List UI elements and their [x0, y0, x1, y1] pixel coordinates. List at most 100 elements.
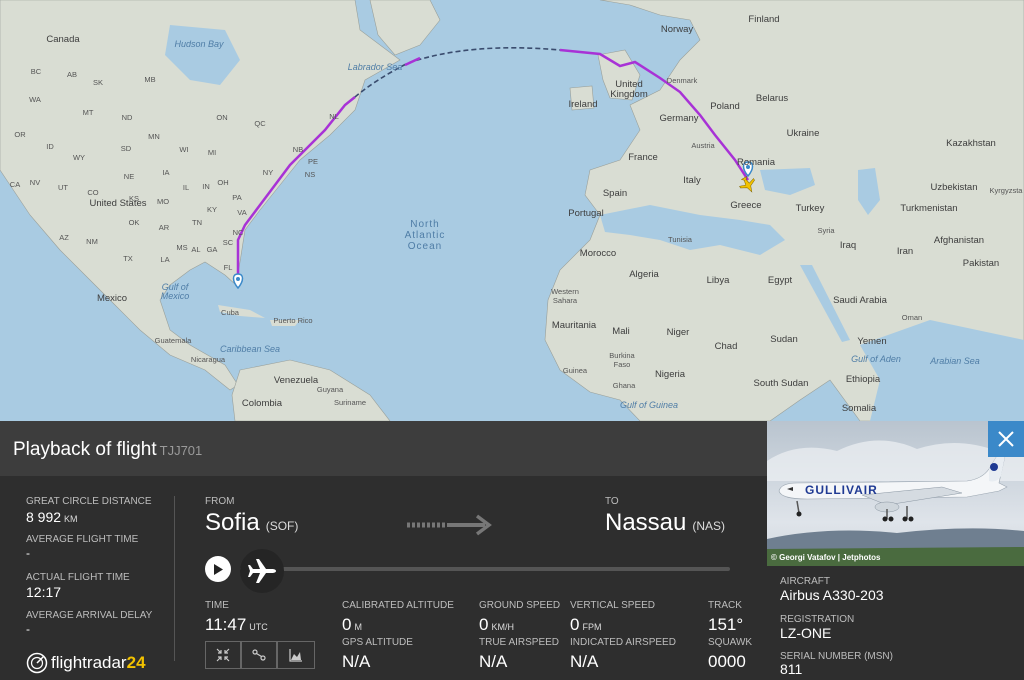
aircraft-panel: GULLIVAIR © Georgi Vatafov | Jetphotos A…: [767, 421, 1024, 680]
map-label: Kazakhstan: [946, 138, 996, 149]
vs-unit: FPM: [582, 622, 602, 632]
from-label: FROM: [205, 496, 235, 507]
gps-altitude-label: GPS ALTITUDE: [342, 637, 413, 648]
play-button[interactable]: [205, 556, 231, 582]
play-icon: [214, 563, 223, 575]
gs-unit: KM/H: [491, 622, 514, 632]
radar-icon: [26, 652, 48, 674]
water-label: Hudson Bay: [174, 39, 224, 49]
serial-value: 811: [780, 661, 803, 677]
water-label: Gulf of Aden: [851, 354, 901, 364]
map-label: Uzbekistan: [930, 182, 978, 193]
state-label: SD: [120, 144, 132, 153]
state-label: NM: [86, 237, 98, 246]
water-label: Gulf of Mexico: [160, 282, 190, 301]
stat-value: 8 992 KM: [26, 509, 78, 525]
water-label: Labrador Sea: [347, 62, 403, 72]
stat-label: GREAT CIRCLE DISTANCE: [26, 496, 152, 507]
map-label: Guinea: [562, 366, 588, 375]
water-label: Arabian Sea: [930, 356, 980, 366]
map-label: Iraq: [839, 240, 857, 251]
map-label: Poland: [710, 101, 740, 112]
map-label: Sudan: [770, 334, 798, 345]
destination-city[interactable]: Nassau (NAS): [605, 509, 725, 537]
map-label: Mexico: [96, 293, 128, 304]
map-label: Afghanistan: [933, 235, 985, 246]
time-unit: UTC: [249, 622, 268, 632]
stat-label: ACTUAL FLIGHT TIME: [26, 572, 130, 583]
cal-alt-unit: M: [354, 622, 362, 632]
state-label: CA: [9, 180, 21, 189]
stat-label: AVERAGE FLIGHT TIME: [26, 534, 139, 545]
state-label: BC: [30, 67, 42, 76]
state-label: AZ: [59, 233, 69, 242]
map-label: Colombia: [241, 398, 283, 409]
route-button[interactable]: [241, 641, 277, 669]
photo-credit[interactable]: © Georgi Vatafov | Jetphotos: [771, 553, 880, 562]
map-label: Nigeria: [654, 369, 686, 380]
origin-city[interactable]: Sofia (SOF): [205, 509, 298, 537]
ocean-label: North Atlantic Ocean: [404, 219, 446, 252]
compress-icon: [216, 648, 230, 662]
close-button[interactable]: [988, 421, 1024, 457]
origin-code: (SOF): [265, 519, 299, 533]
map-label: Portugal: [568, 208, 604, 219]
map-label: Canada: [46, 34, 80, 45]
logo-number: 24: [126, 653, 146, 672]
state-label: IL: [182, 183, 190, 192]
state-label: NL: [329, 112, 339, 121]
logo-text: flightradar: [51, 653, 127, 672]
map-label: Iran: [896, 246, 914, 257]
map-label: France: [628, 152, 658, 163]
flightradar24-logo[interactable]: flightradar 24: [26, 652, 146, 674]
state-label: OH: [217, 178, 229, 187]
map-label: Pakistan: [962, 258, 1000, 269]
map-label: Nicaragua: [190, 355, 226, 364]
state-label: UT: [58, 183, 68, 192]
chart-icon: [289, 649, 302, 662]
gps-altitude-value: N/A: [342, 652, 371, 671]
state-label: GA: [206, 245, 218, 254]
state-label: AR: [158, 223, 170, 232]
state-label: AL: [191, 245, 201, 254]
state-label: NV: [29, 178, 41, 187]
state-label: NS: [304, 170, 316, 179]
map-label: Somalia: [841, 403, 877, 414]
panel-title: Playback of flight TJJ701: [13, 439, 202, 461]
aircraft-value[interactable]: Airbus A330-203: [780, 587, 884, 603]
cal-alt-text: 0: [342, 615, 352, 634]
stat-value: -: [26, 622, 30, 636]
fullscreen-button[interactable]: [205, 641, 241, 669]
map-label: Chad: [714, 341, 738, 352]
playback-handle[interactable]: [240, 549, 284, 593]
map-label: Germany: [659, 113, 699, 124]
vertical-speed-value: 0 FPM: [570, 615, 601, 635]
indicated-airspeed-label: INDICATED AIRSPEED: [570, 637, 676, 648]
map-label: Suriname: [333, 398, 367, 407]
title-text: Playback of flight: [13, 439, 157, 460]
registration-value[interactable]: LZ-ONE: [780, 625, 831, 641]
aircraft-photo[interactable]: GULLIVAIR © Georgi Vatafov | Jetphotos: [767, 421, 1024, 566]
state-label: ON: [216, 113, 228, 122]
state-label: OK: [128, 218, 140, 227]
map-label: Ethiopia: [845, 374, 881, 385]
state-label: WA: [29, 95, 41, 104]
playback-timeline[interactable]: [240, 567, 730, 571]
map-label: Finland: [748, 14, 780, 25]
map-label: United Kingdom: [610, 79, 648, 100]
state-label: ID: [46, 142, 54, 151]
state-label: MI: [207, 148, 217, 157]
squawk-label: SQUAWK: [708, 637, 753, 648]
graph-button[interactable]: [277, 641, 315, 669]
state-label: OR: [14, 130, 26, 139]
to-label: TO: [605, 496, 619, 507]
state-label: QC: [254, 119, 266, 128]
map-label: Burkina Faso: [609, 351, 635, 369]
flight-number[interactable]: TJJ701: [160, 443, 203, 458]
airplane-icon: [248, 559, 276, 583]
track-label: TRACK: [708, 600, 742, 611]
water-label: Caribbean Sea: [219, 344, 281, 354]
track-value: 151°: [708, 615, 744, 634]
map-label: Ukraine: [786, 128, 820, 139]
flight-map[interactable]: Canada United States Mexico Cuba Guatema…: [0, 0, 1024, 421]
